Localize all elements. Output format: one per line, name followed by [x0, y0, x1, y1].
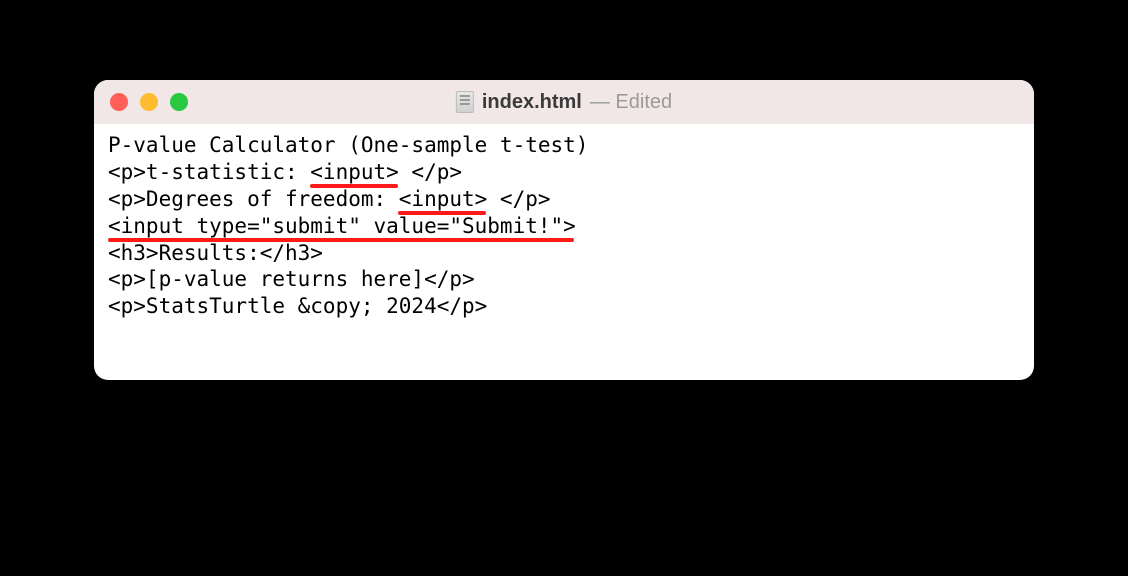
close-icon[interactable] [110, 93, 128, 111]
code-line[interactable]: P-value Calculator (One-sample t-test) [108, 132, 1020, 159]
filename-label: index.html [482, 91, 582, 114]
edited-status: — Edited [590, 91, 672, 114]
minimize-icon[interactable] [140, 93, 158, 111]
code-line[interactable]: <p>[p-value returns here]</p> [108, 266, 1020, 293]
editor-content[interactable]: P-value Calculator (One-sample t-test)<p… [94, 124, 1034, 380]
editor-window: index.html — Edited P-value Calculator (… [94, 80, 1034, 380]
code-line[interactable]: <h3>Results:</h3> [108, 240, 1020, 267]
code-line[interactable]: <input type="submit" value="Submit!"> [108, 213, 1020, 240]
code-line[interactable]: <p>StatsTurtle &copy; 2024</p> [108, 293, 1020, 320]
code-line[interactable]: <p>t-statistic: <input> </p> [108, 159, 1020, 186]
window-controls [110, 93, 188, 111]
maximize-icon[interactable] [170, 93, 188, 111]
code-line[interactable]: <p>Degrees of freedom: <input> </p> [108, 186, 1020, 213]
window-title: index.html — Edited [456, 91, 672, 114]
document-icon [456, 91, 474, 113]
titlebar[interactable]: index.html — Edited [94, 80, 1034, 124]
